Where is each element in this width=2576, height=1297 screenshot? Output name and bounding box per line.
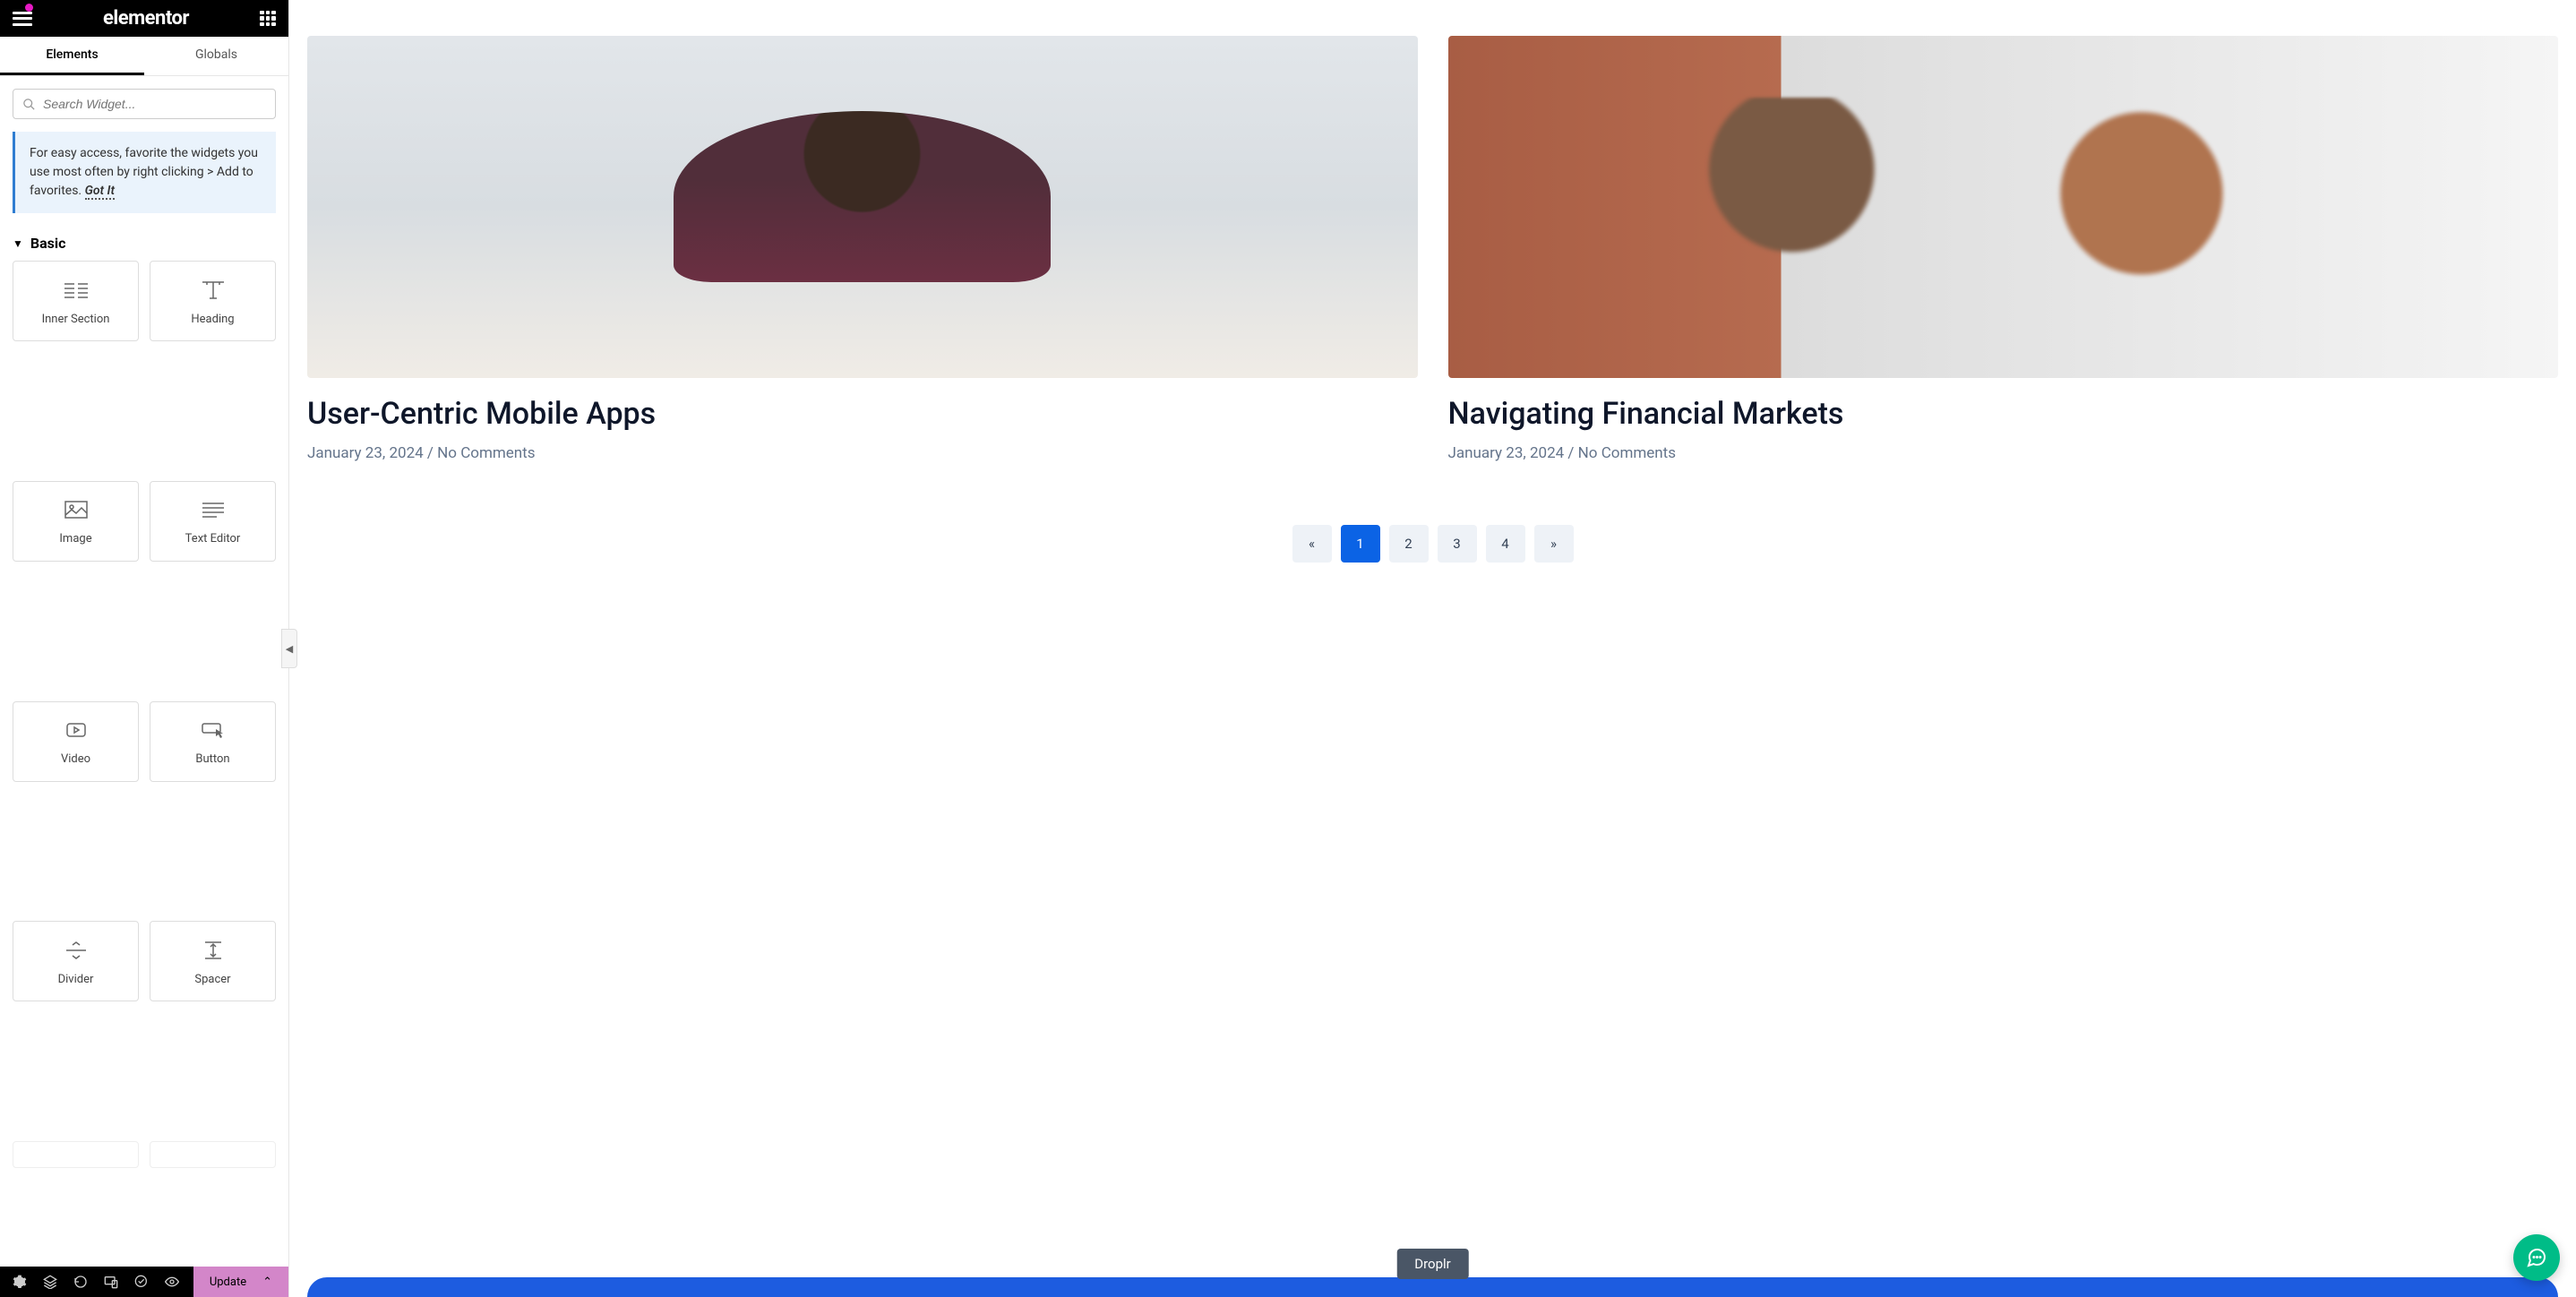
caret-down-icon: ▼	[13, 237, 23, 250]
widget-spacer[interactable]: Spacer	[150, 921, 276, 1001]
widget-divider[interactable]: Divider	[13, 921, 139, 1001]
page-4[interactable]: 4	[1486, 525, 1525, 563]
page-prev[interactable]: «	[1292, 525, 1332, 563]
widget-heading[interactable]: Heading	[150, 261, 276, 341]
sidebar-footer: Update ⌃	[0, 1267, 288, 1297]
post-meta: January 23, 2024 / No Comments	[1448, 444, 2559, 462]
page-2[interactable]: 2	[1389, 525, 1429, 563]
posts-row: User-Centric Mobile Apps January 23, 202…	[307, 36, 2558, 462]
settings-button[interactable]	[13, 1275, 27, 1289]
widget-label: Text Editor	[185, 532, 241, 545]
page-3[interactable]: 3	[1438, 525, 1477, 563]
post-date: January 23, 2024	[307, 444, 424, 462]
editor-sidebar: elementor Elements Globals For easy acce…	[0, 0, 289, 1297]
widget-partial[interactable]	[150, 1141, 276, 1168]
widget-label: Image	[59, 532, 91, 545]
post-card[interactable]: Navigating Financial Markets January 23,…	[1448, 36, 2559, 462]
update-button[interactable]: Update ⌃	[193, 1267, 288, 1297]
post-title[interactable]: User-Centric Mobile Apps	[307, 396, 1418, 432]
post-title[interactable]: Navigating Financial Markets	[1448, 396, 2559, 432]
category-label: Basic	[30, 235, 66, 252]
navigator-button[interactable]	[43, 1275, 57, 1289]
checkmark-button[interactable]	[134, 1275, 149, 1289]
text-editor-icon	[200, 496, 227, 523]
inner-section-icon	[63, 277, 90, 304]
page-next[interactable]: »	[1534, 525, 1574, 563]
tip-text: For easy access, favorite the widgets yo…	[30, 146, 258, 198]
chevron-up-icon: ⌃	[262, 1276, 272, 1289]
heading-icon	[200, 277, 227, 304]
notification-dot-icon	[25, 4, 33, 12]
pagination: « 1 2 3 4 »	[307, 525, 2558, 563]
video-icon	[63, 717, 90, 743]
editor-canvas[interactable]: User-Centric Mobile Apps January 23, 202…	[289, 0, 2576, 1297]
widget-label: Spacer	[194, 973, 230, 986]
widget-label: Divider	[58, 973, 94, 986]
history-button[interactable]	[73, 1275, 88, 1289]
widget-partial[interactable]	[13, 1141, 139, 1168]
widget-button[interactable]: Button	[150, 701, 276, 782]
sidebar-header: elementor	[0, 0, 288, 37]
divider-icon	[63, 937, 90, 964]
favorites-tip: For easy access, favorite the widgets yo…	[13, 132, 276, 213]
chat-icon	[2526, 1247, 2547, 1268]
collapse-panel-button[interactable]: ◀	[281, 629, 297, 668]
brand-logo: elementor	[103, 7, 189, 30]
widget-label: Inner Section	[42, 313, 110, 326]
post-comments: No Comments	[1578, 444, 1676, 462]
search-input[interactable]	[43, 97, 266, 111]
category-basic-toggle[interactable]: ▼ Basic	[0, 229, 288, 261]
search-widget[interactable]	[13, 89, 276, 119]
widget-label: Button	[195, 752, 229, 766]
post-image	[1448, 36, 2559, 378]
apps-grid-button[interactable]	[260, 11, 276, 27]
widget-label: Heading	[191, 313, 234, 326]
post-comments: No Comments	[437, 444, 535, 462]
widget-inner-section[interactable]: Inner Section	[13, 261, 139, 341]
chat-button[interactable]	[2513, 1234, 2560, 1281]
widgets-grid: Inner Section Heading Image Text Editor …	[0, 261, 288, 1297]
responsive-button[interactable]	[104, 1275, 118, 1289]
tab-elements[interactable]: Elements	[0, 37, 144, 75]
image-icon	[63, 496, 90, 523]
tooltip: Droplr	[1396, 1249, 1469, 1279]
post-date: January 23, 2024	[1448, 444, 1565, 462]
update-label: Update	[210, 1276, 246, 1289]
post-card[interactable]: User-Centric Mobile Apps January 23, 202…	[307, 36, 1418, 462]
tip-gotit-link[interactable]: Got It	[85, 184, 115, 200]
preview-button[interactable]	[165, 1275, 179, 1289]
widget-image[interactable]: Image	[13, 481, 139, 562]
post-image	[307, 36, 1418, 378]
spacer-icon	[200, 937, 227, 964]
panel-tabs: Elements Globals	[0, 37, 288, 76]
menu-button[interactable]	[13, 12, 32, 26]
search-icon	[22, 98, 36, 111]
widget-video[interactable]: Video	[13, 701, 139, 782]
page-1[interactable]: 1	[1341, 525, 1380, 563]
post-meta: January 23, 2024 / No Comments	[307, 444, 1418, 462]
tab-globals[interactable]: Globals	[144, 37, 288, 75]
widget-label: Video	[61, 752, 90, 766]
button-icon	[200, 717, 227, 743]
widget-text-editor[interactable]: Text Editor	[150, 481, 276, 562]
